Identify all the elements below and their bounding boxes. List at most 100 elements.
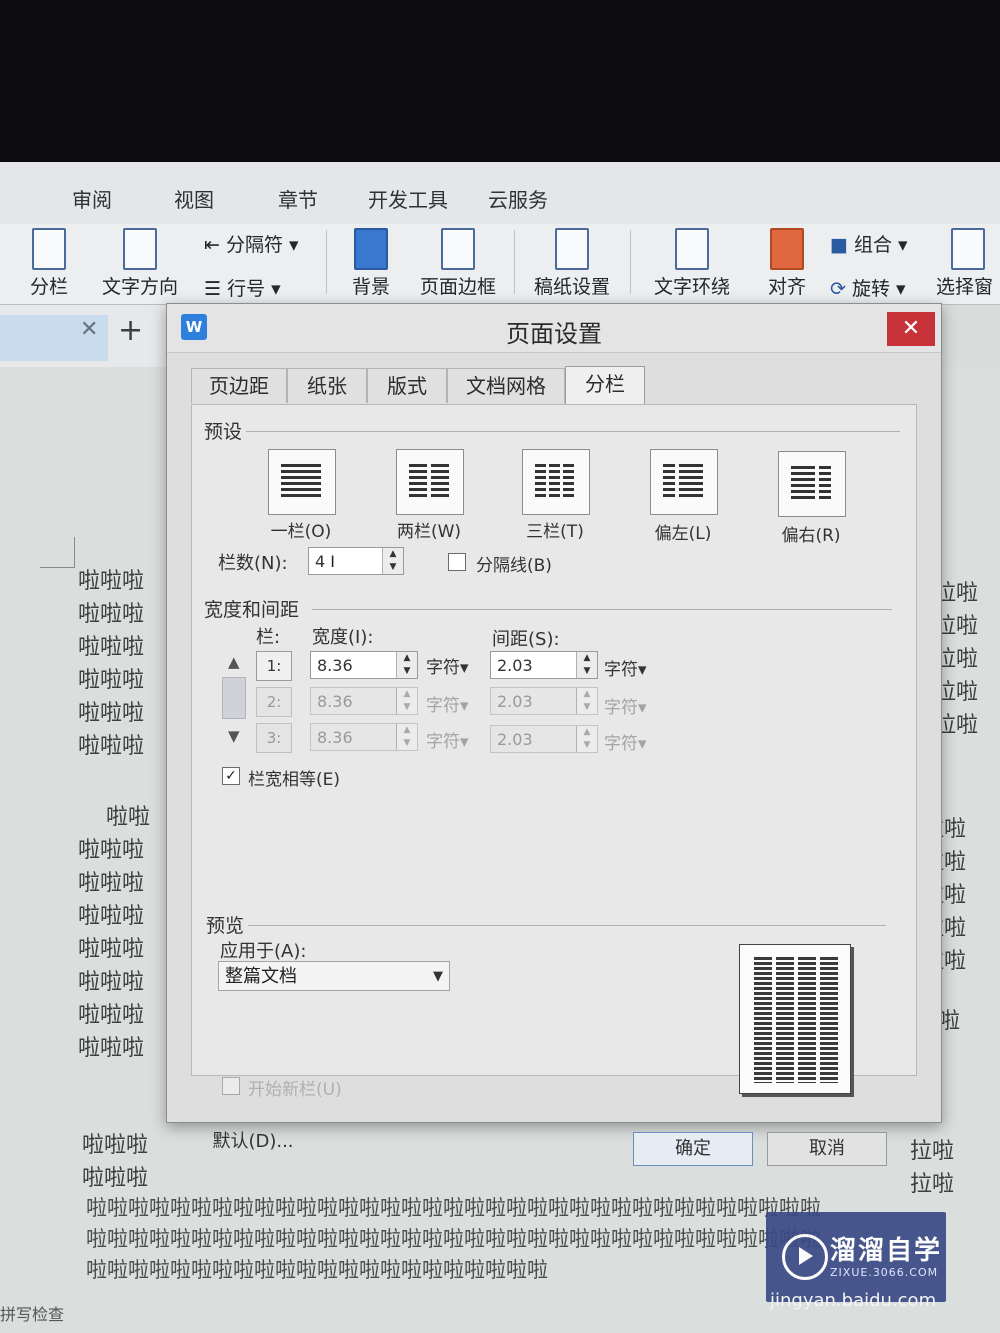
column-row-1-number: 1: (256, 651, 292, 681)
dialog-titlebar[interactable]: W 页面设置 ✕ (167, 304, 941, 353)
column-1-width-input[interactable]: 8.36 ▲ ▼ (310, 651, 418, 679)
spacing-header: 间距(S): (492, 629, 560, 650)
watermark-title: 溜溜自学 (830, 1236, 943, 1266)
column-2-width-unit: 字符▾ (426, 696, 469, 716)
page-border-button[interactable]: 页面边框 (412, 224, 504, 304)
group-button[interactable]: ■ 组合 ▾ (830, 230, 908, 257)
preview-line-gap (750, 1045, 842, 1047)
menu-tab-developer[interactable]: 开发工具 (368, 184, 448, 213)
group-label: 组合 (854, 234, 893, 256)
equal-width-label: 栏宽相等(E) (248, 770, 341, 790)
preset-three-columns[interactable] (522, 449, 590, 515)
column-preview (739, 944, 851, 1094)
spin-arrows-icon: ▲ ▼ (576, 688, 597, 714)
columns-button[interactable]: 分栏 (14, 224, 84, 304)
selection-pane-button[interactable]: 选择窗 (936, 224, 1000, 304)
tab-columns[interactable]: 分栏 (565, 366, 645, 405)
ribbon: 分栏 文字方向 ⇤ 分隔符 ▾ ☰ 行号 ▾ 背景 页面边框 稿纸设置 文字环绕 (0, 224, 1000, 305)
close-button[interactable]: ✕ (887, 312, 935, 346)
unit-label: 字符 (426, 732, 460, 752)
tab-layout[interactable]: 版式 (367, 368, 447, 403)
text-wrap-button[interactable]: 文字环绕 (640, 224, 744, 304)
spin-arrows-icon: ▲ ▼ (576, 726, 597, 752)
text-line: 啦啦啦 (82, 1133, 149, 1158)
column-2-spacing-value: 2.03 (497, 692, 533, 711)
text-wrap-label: 文字环绕 (653, 276, 730, 298)
apply-to-select[interactable]: 整篇文档 ▼ (218, 961, 450, 991)
line-number-label: 行号 (227, 278, 266, 300)
preview-line-gap (750, 1070, 842, 1072)
separator-checkbox[interactable] (448, 553, 466, 571)
menu-bar: 审阅 视图 章节 开发工具 云服务 (0, 162, 1000, 225)
divider (232, 431, 900, 432)
preview-line-gap (750, 990, 842, 992)
column-1-spacing-unit[interactable]: 字符▾ (604, 655, 647, 680)
one-column-icon (281, 464, 321, 497)
preset-two-columns[interactable] (396, 449, 464, 515)
preset-left[interactable] (650, 449, 718, 515)
document-tab-strip: ✕ + (0, 305, 170, 367)
preview-line-gap (750, 1065, 842, 1067)
manuscript-icon (555, 228, 589, 270)
col-header: 栏: (256, 627, 281, 648)
group-icon: ■ (830, 234, 854, 256)
break-button[interactable]: ⇤ 分隔符 ▾ (204, 230, 299, 257)
manuscript-button[interactable]: 稿纸设置 (524, 224, 620, 304)
line-number-button[interactable]: ☰ 行号 ▾ (204, 274, 281, 301)
new-tab-icon[interactable]: + (118, 313, 143, 348)
right-column-block-3: 拉啦 拉啦 (910, 1135, 954, 1201)
menu-tab-section[interactable]: 章节 (278, 184, 318, 213)
width-header: 宽度(I): (312, 627, 374, 648)
divider (246, 925, 886, 926)
tab-paper[interactable]: 纸张 (287, 368, 367, 403)
column-1-width-unit[interactable]: 字符▾ (426, 653, 469, 678)
background-button[interactable]: 背景 (336, 224, 406, 304)
text-direction-button[interactable]: 文字方向 (90, 224, 190, 304)
rotate-button[interactable]: ⟳ 旋转 ▾ (830, 274, 906, 301)
menu-tab-view[interactable]: 视图 (174, 184, 214, 213)
equal-width-checkbox[interactable]: ✓ (222, 767, 240, 785)
ribbon-divider (326, 230, 327, 294)
column-1-spacing-input[interactable]: 2.03 ▲ ▼ (490, 651, 598, 679)
preview-line-gap (750, 995, 842, 997)
scroll-down-icon[interactable]: ▼ (228, 727, 240, 745)
menu-tab-cloud[interactable]: 云服务 (488, 184, 548, 213)
presets-label: 预设 (204, 417, 247, 444)
new-column-checkbox (222, 1077, 240, 1095)
num-columns-input[interactable]: 4 Ⅰ ▲ ▼ (308, 547, 404, 575)
preset-right-label: 偏右(R) (781, 526, 841, 546)
default-button[interactable]: 默认(D)... (193, 1126, 313, 1158)
preview-line-gap (750, 1000, 842, 1002)
page-corner-mark (40, 537, 75, 568)
tab-margins[interactable]: 页边距 (191, 368, 287, 403)
ok-button[interactable]: 确定 (633, 1132, 753, 1166)
align-button[interactable]: 对齐 (752, 224, 822, 304)
scroll-up-icon[interactable]: ▲ (228, 653, 240, 671)
play-icon (782, 1234, 828, 1280)
tab-document-grid[interactable]: 文档网格 (447, 368, 565, 403)
new-column-label: 开始新栏(U) (248, 1080, 342, 1100)
column-2-width-value: 8.36 (317, 692, 353, 711)
preview-line-gap (750, 1015, 842, 1017)
column-2-spacing-input: 2.03 ▲ ▼ (490, 687, 598, 715)
menu-tab-review[interactable]: 审阅 (72, 184, 112, 213)
preview-line-gap (750, 1020, 842, 1022)
preset-right[interactable] (778, 451, 846, 517)
text-line: 拉啦 (910, 1139, 955, 1164)
align-icon (770, 228, 804, 270)
spin-arrows-icon[interactable]: ▲ ▼ (396, 652, 417, 678)
column-3-spacing-unit: 字符▾ (604, 734, 647, 754)
scrollbar-thumb[interactable] (222, 677, 246, 719)
preset-one-column[interactable] (268, 449, 336, 515)
spin-arrows-icon[interactable]: ▲ ▼ (576, 652, 597, 678)
text-line: 啦啦啦啦啦啦啦啦啦啦啦啦啦啦啦啦啦啦啦啦啦啦啦啦啦啦啦啦啦啦啦啦啦啦啦 (86, 1227, 821, 1251)
preview-line-gap (750, 1060, 842, 1062)
spin-arrows-icon[interactable]: ▲ ▼ (382, 548, 403, 574)
rotate-icon: ⟳ (830, 278, 852, 300)
column-3-width-input: 8.36 ▲ ▼ (310, 723, 418, 751)
column-3-spacing-input: 2.03 ▲ ▼ (490, 725, 598, 753)
page-setup-dialog: W 页面设置 ✕ 页边距 纸张 版式 文档网格 分栏 预设 一栏(O) 两栏(W… (166, 303, 942, 1166)
num-columns-value: 4 (315, 552, 326, 571)
close-tab-icon[interactable]: ✕ (80, 317, 98, 342)
cancel-button[interactable]: 取消 (767, 1132, 887, 1166)
